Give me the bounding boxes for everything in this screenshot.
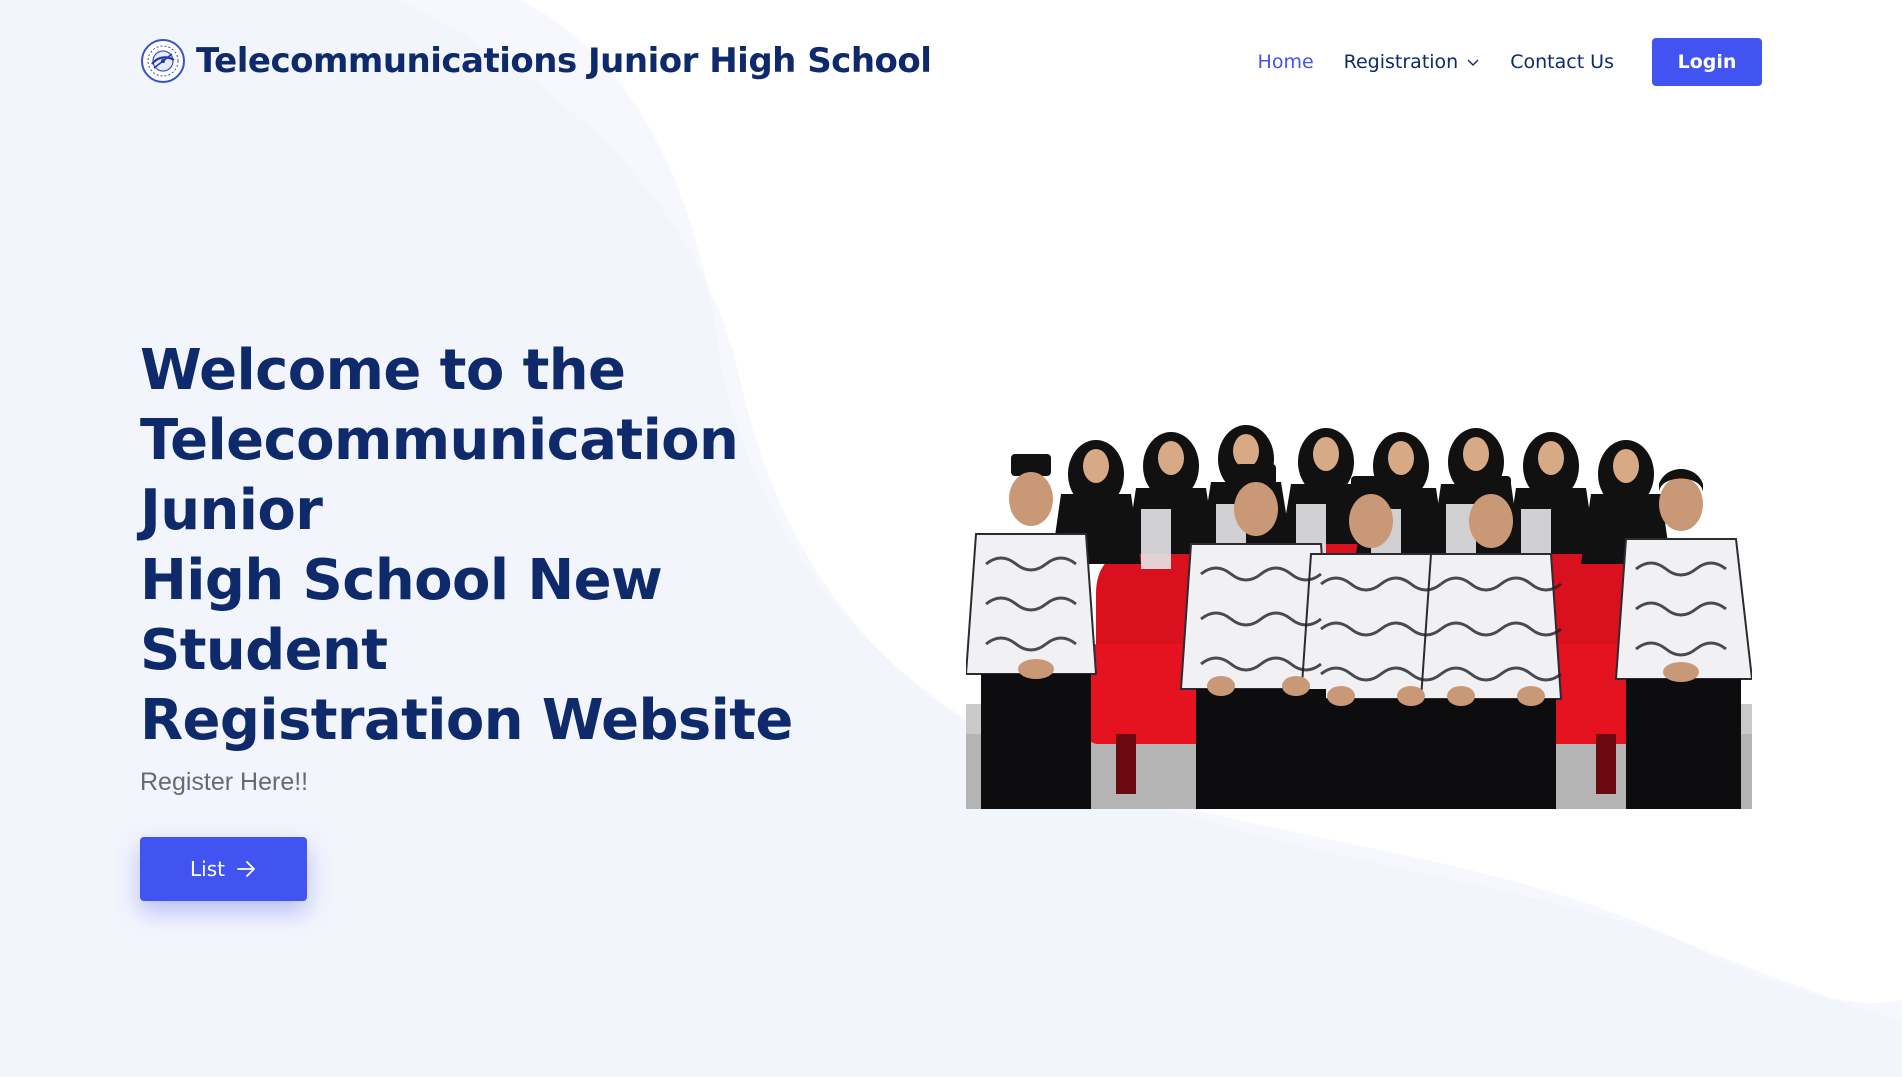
hero-image — [966, 404, 1752, 809]
login-button[interactable]: Login — [1652, 38, 1762, 86]
nav-contact[interactable]: Contact Us — [1510, 51, 1614, 73]
hero-subtitle: Register Here!! — [140, 768, 309, 796]
list-button[interactable]: List — [140, 837, 307, 901]
nav-registration-label: Registration — [1343, 51, 1459, 73]
site-header: Telecommunications Junior High School Ho… — [0, 0, 1902, 124]
arrow-right-icon — [237, 861, 255, 877]
hero-section: Welcome to the Telecommunication Junior … — [140, 336, 900, 901]
hero-title-line: Registration Website — [140, 688, 793, 753]
nav-home[interactable]: Home — [1258, 51, 1314, 73]
chevron-down-icon — [1467, 59, 1479, 66]
page: Telecommunications Junior High School Ho… — [0, 0, 1902, 1077]
hero-title-line: Telecommunication Junior — [140, 408, 739, 543]
hero-title-line: Welcome to the — [140, 338, 626, 403]
nav-registration[interactable]: Registration — [1344, 51, 1481, 73]
hero-title: Welcome to the Telecommunication Junior … — [140, 336, 900, 756]
site-title: Telecommunications Junior High School — [196, 41, 932, 81]
group-photo-image — [966, 425, 1752, 809]
list-button-label: List — [190, 857, 225, 881]
main-nav: Home Registration Contact Us Login — [1258, 38, 1762, 86]
hero-title-line: High School New Student — [140, 548, 663, 683]
brand[interactable]: Telecommunications Junior High School — [140, 38, 932, 84]
school-logo-icon — [141, 39, 185, 83]
